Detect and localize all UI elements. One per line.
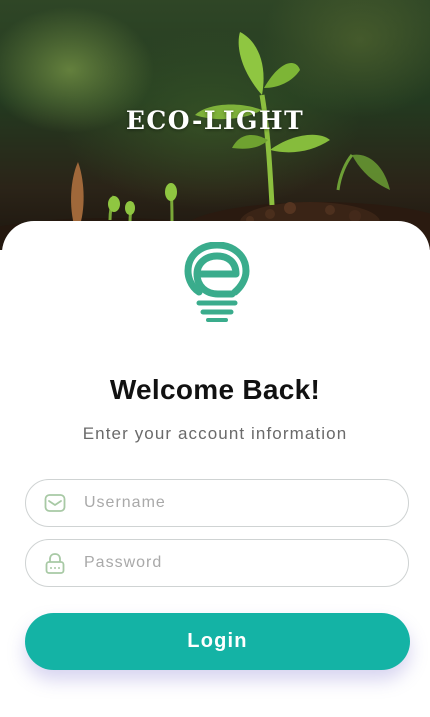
password-input[interactable]	[84, 540, 394, 586]
brand-wordmark: ECO-LIGHT	[125, 106, 305, 135]
hero-image: ECO-LIGHT	[0, 0, 430, 250]
welcome-subtitle: Enter your account information	[82, 424, 348, 443]
login-screen: ECO-LIGHT Welcome Back! Enter your accou…	[0, 0, 430, 717]
lightbulb-e-logo-icon	[184, 242, 250, 322]
username-input[interactable]	[84, 480, 394, 526]
login-button[interactable]: Login	[25, 613, 410, 670]
password-field[interactable]	[25, 539, 409, 587]
welcome-title: Welcome Back!	[109, 374, 321, 405]
username-field[interactable]	[25, 479, 409, 527]
mail-icon	[44, 494, 66, 512]
lock-icon	[45, 553, 65, 574]
